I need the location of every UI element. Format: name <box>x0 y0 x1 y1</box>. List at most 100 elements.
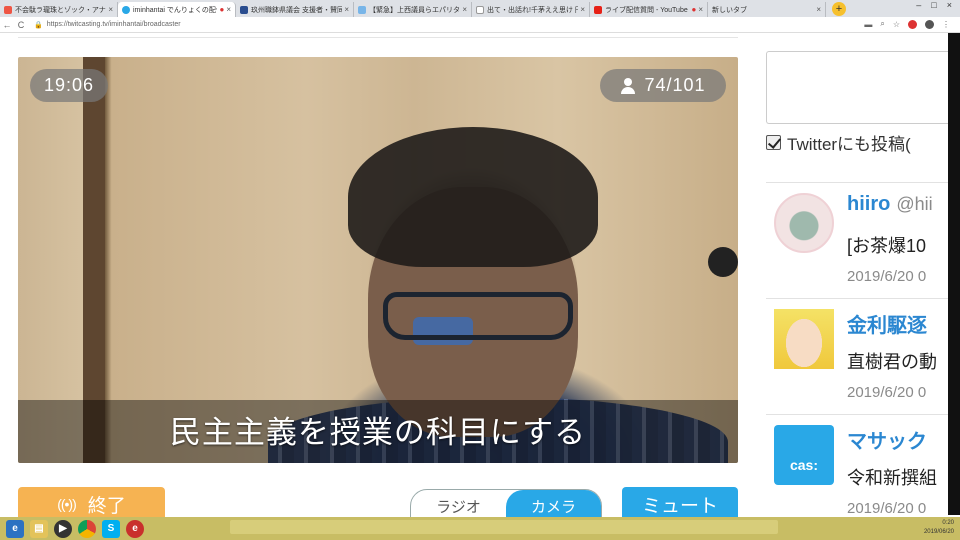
author-name: 金利駆逐 <box>847 315 927 337</box>
tab-favicon-icon <box>240 5 248 14</box>
ie-icon[interactable]: e <box>6 519 24 538</box>
comment-text: 令和新撰組 <box>847 468 937 488</box>
author-handle: @hii <box>896 194 933 214</box>
comment-date: 2019/6/20 0 <box>847 268 927 285</box>
author-name: hiiro <box>847 193 891 215</box>
tab-close-icon[interactable]: × <box>462 5 467 14</box>
zoom-icon[interactable]: ⌕ <box>880 19 884 29</box>
tab-close-icon[interactable]: × <box>344 5 349 14</box>
url-field[interactable]: 🔒 https://twitcasting.tv/iminhantai/broa… <box>34 21 181 29</box>
toolbar-right: ▬ ⌕ ☆ ⋮ <box>864 19 950 29</box>
profile-avatar[interactable] <box>925 19 934 29</box>
cast-icon[interactable]: ▬ <box>864 20 872 29</box>
lock-icon: 🔒 <box>34 21 43 29</box>
broadcast-video[interactable]: 19:06 74/101 民主主義を授業の科目にする <box>18 57 738 463</box>
cas-logo-text: cas: <box>789 457 819 473</box>
comment-item: cas: マサック 令和新撰組 2019/6/20 0 <box>766 414 948 517</box>
reload-button[interactable]: C <box>14 20 28 30</box>
minimize-button[interactable]: – <box>916 0 921 15</box>
extension-icon[interactable] <box>908 19 917 29</box>
maximize-button[interactable]: □ <box>931 0 936 15</box>
page-scrollbar[interactable] <box>948 33 960 515</box>
viewer-count: 74/101 <box>644 75 706 95</box>
mute-button[interactable]: ミュート <box>622 487 738 521</box>
screen: 不会駄ラ瓏珠とゾック・アナリシス(× iminhantai でんりょくの配信●×… <box>0 0 960 540</box>
cas-avatar[interactable]: cas: <box>774 425 834 485</box>
comment-author[interactable]: マサック <box>847 425 933 454</box>
clock-time: 0:20 <box>942 520 954 526</box>
tab-title: 不会駄ラ瓏珠とゾック・アナリシス( <box>15 6 106 14</box>
twitter-checkbox-label: Twitterにも投稿( <box>787 134 911 154</box>
end-label: 終了 <box>87 495 126 517</box>
file-explorer-icon[interactable]: ▤ <box>30 519 48 538</box>
browser-tab-5[interactable]: 出て・出話れ!千茅ええ思け 円港× <box>472 2 590 17</box>
clock-date: 2019/06/20 <box>923 529 954 535</box>
address-bar: ← C 🔒 https://twitcasting.tv/iminhantai/… <box>0 17 960 33</box>
bookmark-star-icon[interactable]: ☆ <box>893 20 900 29</box>
browser-tab-6[interactable]: ライブ配信質問 - YouTube ● × <box>590 2 708 17</box>
media-player-icon[interactable]: ▶ <box>54 519 72 538</box>
tab-close-icon[interactable]: × <box>580 5 585 14</box>
tab-title: 出て・出話れ!千茅ええ思け 円港 <box>487 6 578 14</box>
window-controls: – □ × <box>916 0 960 15</box>
system-tray[interactable]: 0:20 2019/06/20 <box>924 519 954 537</box>
app-icon[interactable]: e <box>126 519 144 538</box>
browser-tab-3[interactable]: 玖州職鉢県議会 支援者・賛同者数× <box>236 2 354 17</box>
comment-list: hiiro @hii [お茶爆10 2019/6/20 0 金利駆逐 直樹君の動 … <box>766 182 948 517</box>
back-button[interactable]: ← <box>0 20 14 30</box>
close-window-button[interactable]: × <box>947 0 952 15</box>
tab-favicon-icon <box>4 5 12 14</box>
tab-title: 新しいタブ <box>712 6 747 14</box>
divider <box>18 37 738 38</box>
tab-favicon-icon <box>122 5 130 14</box>
skype-icon[interactable]: S <box>102 519 120 538</box>
twitter-post-option[interactable]: Twitterにも投稿( <box>766 130 956 154</box>
end-broadcast-button[interactable]: ((•)) 終了 <box>18 487 165 521</box>
tab-close-icon[interactable]: × <box>698 5 703 14</box>
author-name: マサック <box>847 431 927 453</box>
browser-tab-7[interactable]: 新しいタブ × <box>708 2 826 17</box>
broadcast-icon: ((•)) <box>57 496 77 512</box>
browser-tab-1[interactable]: 不会駄ラ瓏珠とゾック・アナリシス(× <box>0 2 118 17</box>
tab-favicon-icon <box>358 5 366 14</box>
tab-strip: 不会駄ラ瓏珠とゾック・アナリシス(× iminhantai でんりょくの配信●×… <box>0 0 960 17</box>
comment-text: [お茶爆10 <box>847 236 927 256</box>
comment-text: 直樹君の動 <box>847 352 937 372</box>
twitter-checkbox[interactable] <box>766 134 781 150</box>
comment-item: hiiro @hii [お茶爆10 2019/6/20 0 <box>766 182 948 298</box>
taskbar: e ▤ ▶ S e 0:20 2019/06/20 <box>0 517 960 540</box>
tab-title: iminhantai でんりょくの配信 <box>133 6 218 14</box>
taskbar-running-apps[interactable] <box>230 520 778 534</box>
comment-date: 2019/6/20 0 <box>847 500 927 517</box>
comment-input[interactable] <box>766 51 956 124</box>
url-text: https://twitcasting.tv/iminhantai/broadc… <box>46 21 181 28</box>
comment-author[interactable]: 金利駆逐 <box>847 309 933 338</box>
tab-recording-icon: ● <box>691 5 697 14</box>
tab-close-icon[interactable]: × <box>226 5 231 14</box>
chrome-icon[interactable] <box>78 519 96 538</box>
tab-favicon-icon <box>476 5 484 14</box>
comment-date: 2019/6/20 0 <box>847 384 927 401</box>
tab-title: ライブ配信質問 - YouTube <box>605 6 688 14</box>
tab-title: 玖州職鉢県議会 支援者・賛同者数 <box>251 6 342 14</box>
youtube-icon <box>594 5 602 14</box>
browser-tab-2[interactable]: iminhantai でんりょくの配信 ● × <box>118 2 236 17</box>
avatar[interactable] <box>774 309 834 369</box>
elapsed-time: 19:06 <box>43 75 95 95</box>
comment-item: 金利駆逐 直樹君の動 2019/6/20 0 <box>766 298 948 414</box>
menu-kebab-icon[interactable]: ⋮ <box>942 20 950 29</box>
tab-title: 【緊急】上西議員らエパリタチ ク <box>369 6 461 14</box>
tab-close-icon[interactable]: × <box>816 5 821 14</box>
video-person-hair <box>348 127 598 267</box>
viewer-count-badge: 74/101 <box>600 69 726 102</box>
video-background-knob <box>708 247 738 277</box>
video-person-glasses <box>383 292 573 340</box>
video-caption: 民主主義を授業の科目にする <box>169 415 587 450</box>
tab-close-icon[interactable]: × <box>108 5 113 14</box>
browser-tab-4[interactable]: 【緊急】上西議員らエパリタチ ク× <box>354 2 472 17</box>
tab-recording-icon: ● <box>219 5 225 14</box>
comment-author[interactable]: hiiro @hii <box>847 193 933 216</box>
elapsed-time-badge: 19:06 <box>30 69 108 102</box>
avatar[interactable] <box>774 193 834 253</box>
new-tab-button[interactable]: + <box>832 2 846 16</box>
